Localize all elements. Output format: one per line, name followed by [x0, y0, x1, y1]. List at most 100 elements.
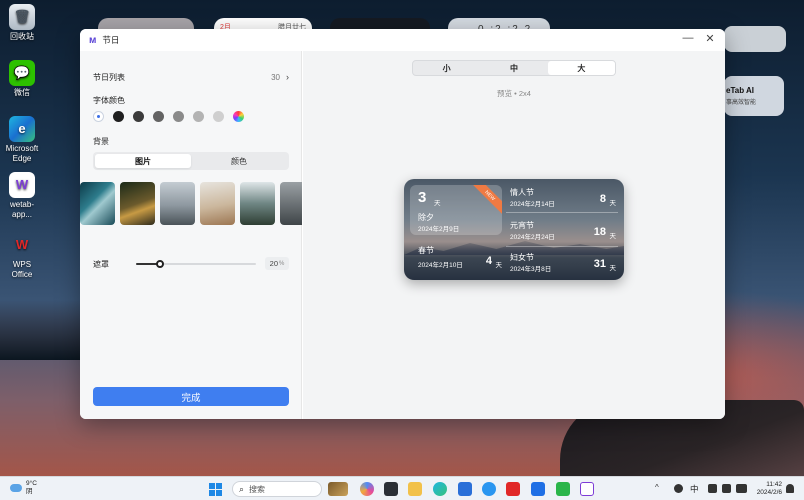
wetab-ai-subtitle: 事高效智能	[726, 100, 757, 106]
edge-taskbar-icon[interactable]	[433, 482, 447, 496]
holiday-unit: 天	[609, 233, 617, 240]
main-holiday-unit: 天	[434, 200, 441, 207]
holiday-name: 春节	[418, 246, 434, 255]
ime-indicator[interactable]: 中	[690, 483, 699, 495]
holiday-item: 春节 2024年2月10日 4 天	[418, 243, 502, 271]
wetab-ai-title: eTab AI	[726, 86, 755, 95]
wetab-icon: W	[9, 172, 35, 198]
volume-icon[interactable]	[722, 484, 731, 493]
store-icon[interactable]	[458, 482, 472, 496]
background-label: 背景	[93, 137, 109, 146]
battery-icon[interactable]	[736, 484, 747, 493]
mask-slider-handle[interactable]	[156, 260, 164, 268]
taskbar: 9°C 阴 ⌕ 搜索 ^ 中 11:42 2024/2/6	[0, 476, 804, 500]
desktop-icon-label: 回收站	[10, 32, 34, 41]
custom-color-picker-icon[interactable]	[233, 111, 244, 122]
desktop-icon-edge[interactable]: e Microsoft Edge	[2, 116, 42, 164]
mask-slider[interactable]	[136, 260, 256, 268]
holiday-settings-window: ᴍ 节日 — ✕ 节日列表 30 › 字体颜色 背景 图片 颜色 遮罩 20 %…	[80, 29, 725, 419]
holiday-name: 情人节	[510, 188, 534, 197]
weather-widget[interactable]: 9°C 阴	[10, 480, 37, 496]
color-swatch-dark-gray[interactable]	[133, 111, 144, 122]
tab-size-large[interactable]: 大	[547, 61, 615, 75]
tab-size-small[interactable]: 小	[413, 61, 480, 75]
main-holiday-days: 3	[418, 189, 427, 206]
weather-temp: 9°C	[26, 480, 37, 487]
color-swatch-light-gray[interactable]	[193, 111, 204, 122]
color-swatch-gray[interactable]	[153, 111, 164, 122]
chevron-up-icon[interactable]: ^	[655, 483, 659, 492]
bg-thumbnail[interactable]	[240, 182, 275, 225]
preview-label: 预览 • 2x4	[497, 89, 531, 98]
wechat-taskbar-icon[interactable]	[556, 482, 570, 496]
settings-panel: 节日列表 30 › 字体颜色 背景 图片 颜色 遮罩 20 % 完成	[80, 51, 302, 419]
desktop-icon-wetab[interactable]: W wetab-app...	[2, 172, 42, 220]
desktop-icon-wps[interactable]: W WPS Office	[2, 232, 42, 280]
task-view-icon[interactable]	[384, 482, 398, 496]
wps-taskbar-icon[interactable]	[506, 482, 520, 496]
system-clock[interactable]: 11:42 2024/2/6	[750, 481, 782, 497]
window-titlebar[interactable]: ᴍ 节日	[80, 29, 725, 51]
tab-image[interactable]: 图片	[95, 154, 191, 168]
clock-time: 11:42	[766, 481, 782, 488]
desktop-icon-label: Microsoft Edge	[5, 144, 39, 163]
notification-icon[interactable]	[786, 484, 794, 493]
holiday-item: 情人节 2024年2月14日 8 天	[510, 185, 618, 213]
mask-value: 20	[269, 259, 278, 268]
bg-thumbnail[interactable]	[280, 182, 302, 225]
taskbar-search[interactable]: ⌕ 搜索	[232, 481, 322, 497]
holiday-date: 2024年2月24日	[510, 234, 555, 241]
minimize-button[interactable]: —	[679, 32, 697, 44]
windows-logo-icon	[216, 490, 222, 496]
holiday-date: 2024年3月8日	[510, 266, 552, 273]
done-button[interactable]: 完成	[93, 387, 289, 406]
wallpaper-city	[0, 300, 90, 360]
widget-wetab-ai[interactable]: eTab AI 事高效智能	[724, 76, 784, 116]
holiday-days: 8	[599, 193, 606, 205]
holiday-widget-preview: NEW 3 天 除夕 2024年2月9日 春节 2024年2月10日 4 天 情…	[404, 179, 624, 280]
app-icon[interactable]	[531, 482, 545, 496]
bg-thumbnail[interactable]	[200, 182, 235, 225]
background-thumbnails	[80, 182, 302, 226]
widget-search[interactable]	[724, 26, 786, 52]
windows-logo-icon	[216, 483, 222, 489]
tab-size-medium[interactable]: 中	[480, 61, 547, 75]
cloud-icon	[10, 484, 22, 492]
bg-thumbnail[interactable]	[120, 182, 155, 225]
start-button[interactable]	[209, 483, 222, 496]
size-tabs: 小 中 大	[412, 60, 616, 76]
desktop-icon-label: 微信	[14, 88, 30, 97]
holiday-date: 2024年2月14日	[510, 201, 555, 208]
browser-icon[interactable]	[482, 482, 496, 496]
wetab-taskbar-icon[interactable]	[580, 482, 594, 496]
wifi-icon[interactable]	[708, 484, 717, 493]
holiday-list-row[interactable]: 节日列表 30 ›	[93, 71, 289, 83]
clock-date: 2024/2/6	[756, 489, 782, 496]
bg-thumbnail[interactable]	[160, 182, 195, 225]
holiday-days: 31	[593, 258, 606, 270]
bg-thumbnail[interactable]	[80, 182, 115, 225]
color-swatch-silver[interactable]	[213, 111, 224, 122]
chevron-right-icon: ›	[286, 72, 289, 82]
edge-icon: e	[9, 116, 35, 142]
divider	[506, 212, 618, 213]
tray-app-icon[interactable]	[674, 484, 683, 493]
holiday-unit: 天	[609, 265, 617, 272]
preview-panel: 小 中 大 预览 • 2x4 NEW 3 天 除夕 2024年2月9日 春节 2…	[303, 51, 725, 419]
color-swatch-white[interactable]	[93, 111, 104, 122]
color-swatch-black[interactable]	[113, 111, 124, 122]
close-button[interactable]: ✕	[701, 32, 719, 45]
news-widget-icon[interactable]	[328, 482, 348, 496]
tab-color[interactable]: 颜色	[191, 154, 287, 168]
color-swatch-mid-gray[interactable]	[173, 111, 184, 122]
desktop-icon-wechat[interactable]: 💬 微信	[2, 60, 42, 98]
mask-value-field[interactable]: 20 %	[265, 257, 289, 270]
mask-unit: %	[279, 260, 285, 267]
desktop-icon-label: WPS Office	[11, 260, 33, 279]
copilot-icon[interactable]	[360, 482, 374, 496]
file-explorer-icon[interactable]	[408, 482, 422, 496]
desktop-icon-recycle-bin[interactable]: 🗑 回收站	[2, 4, 42, 42]
windows-logo-icon	[209, 483, 215, 489]
weather-desc: 阴	[26, 488, 33, 495]
wps-icon: W	[15, 237, 29, 252]
